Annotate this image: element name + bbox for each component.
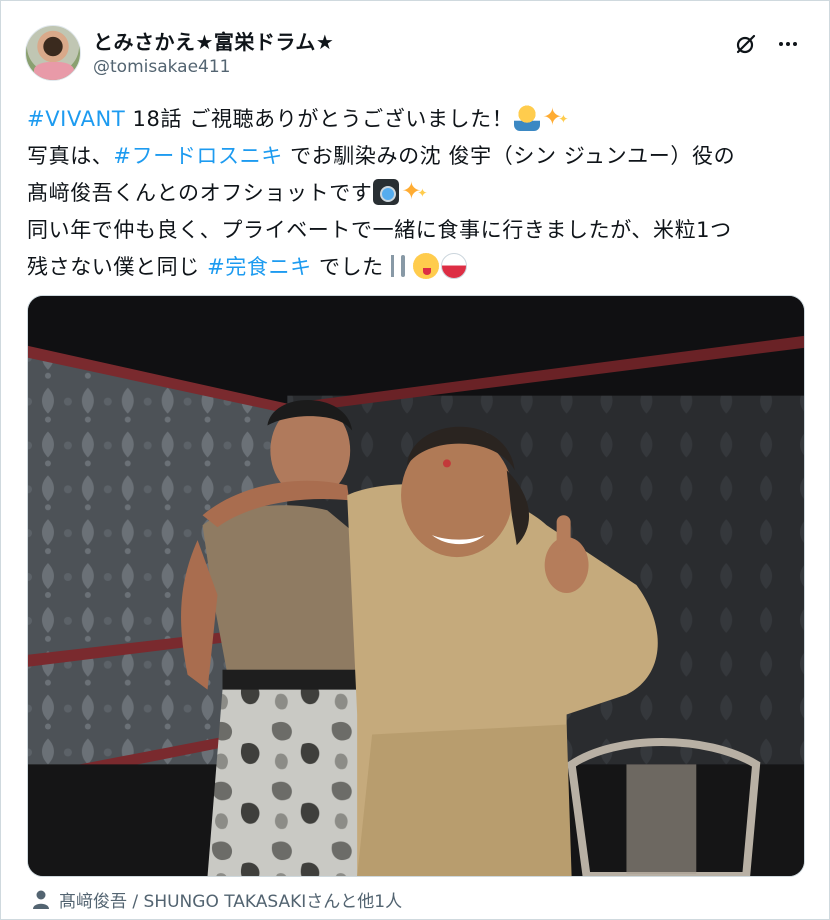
hashtag-vivant[interactable]: #VIVANT [27,107,125,131]
tweet-line-2: 写真は、#フードロスニキ でお馴染みの沈 俊宇（シン ジュンユー）役の [27,138,807,175]
sparkles-emoji-icon [542,99,569,138]
hashtag-kanshoku-niki[interactable]: #完食ニキ [207,255,312,279]
photo-two-men-backstage [28,296,804,876]
handle[interactable]: @tomisakae411 [93,55,334,79]
tweet-text-segment: 写真は、 [27,144,114,168]
tweet-text-segment: でした [311,255,384,279]
hashtag-foodloss-niki[interactable]: #フードロスニキ [113,144,282,168]
person-bowing-emoji-icon [514,105,541,131]
sparkles-emoji-icon [401,173,428,212]
tweet-text-segment: でお馴染みの沈 俊宇（シン ジュンユー）役の [282,144,736,168]
yum-face-emoji-icon [412,253,439,279]
fork-knife-emoji-icon [385,253,411,279]
rice-bowl-emoji-icon [440,253,467,279]
tweet-line-3: 髙﨑俊吾くんとのオフショットです [27,173,807,212]
header-actions [733,31,801,57]
tweet-text-segment: 同い年で仲も良く、プライベートで一緒に食事に行きましたが、米粒1つ [27,218,732,242]
person-icon [33,890,49,909]
tagged-users-text: 髙﨑俊吾 / SHUNGO TAKASAKIさんと他1人 [59,891,403,912]
author-names: とみさかえ★富栄ドラム★ @tomisakae411 [93,29,334,79]
tweet-line-1: #VIVANT 18話 ご視聴ありがとうございました！ [27,99,807,138]
tweet-text-segment: 残さない僕と同じ [27,255,208,279]
tweet-card: とみさかえ★富栄ドラム★ @tomisakae411 #VIVANT 18話 ご… [0,0,830,920]
grok-icon[interactable] [733,31,759,57]
tweet-text-segment: 髙﨑俊吾くんとのオフショットです [27,181,373,205]
more-icon[interactable] [775,31,801,57]
tweet-line-5: 残さない僕と同じ #完食ニキ でした [27,249,807,286]
tweet-text: #VIVANT 18話 ご視聴ありがとうございました！ 写真は、#フードロスニキ… [27,99,807,286]
tweet-text-segment: 18話 ご視聴ありがとうございました！ [125,107,514,131]
camera-flash-emoji-icon [373,179,400,205]
avatar[interactable] [25,25,81,81]
tagged-users[interactable]: 髙﨑俊吾 / SHUNGO TAKASAKIさんと他1人 [31,885,402,913]
display-name[interactable]: とみさかえ★富栄ドラム★ [93,29,334,55]
tweet-line-4: 同い年で仲も良く、プライベートで一緒に食事に行きましたが、米粒1つ [27,212,807,249]
tweet-header: とみさかえ★富栄ドラム★ @tomisakae411 [25,23,807,83]
tweet-photo[interactable] [27,295,805,877]
